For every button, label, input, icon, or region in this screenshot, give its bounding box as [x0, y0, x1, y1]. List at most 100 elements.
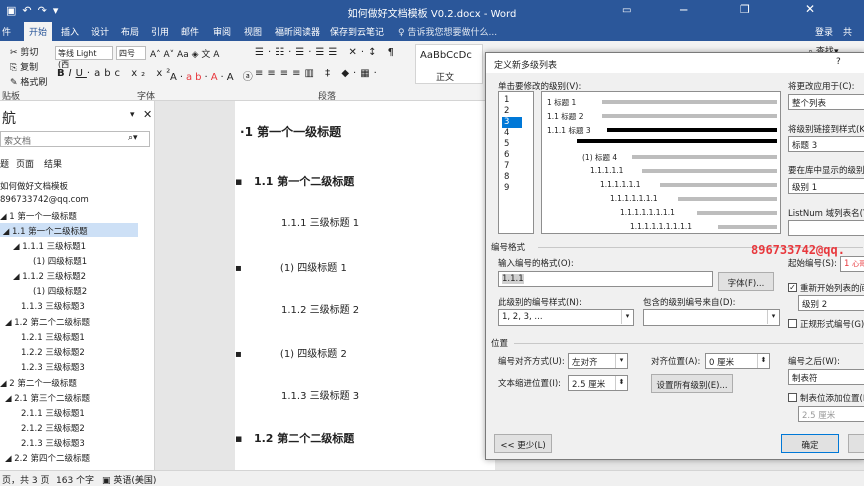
level-item[interactable]: 8 — [502, 172, 522, 183]
style-normal[interactable]: AaBbCcDc 正文 — [415, 44, 483, 84]
doc-heading-2[interactable]: ▪ 1.1 第一个二级标题 — [235, 173, 354, 189]
tab-home[interactable]: 开始 — [24, 22, 53, 41]
help-search[interactable]: ♀ 告诉我您想要做什么... — [398, 25, 497, 38]
font-color-buttons[interactable]: A·ab·A·A ⓐ — [170, 68, 256, 83]
tab-cloud-notes[interactable]: 保存到云笔记 — [330, 25, 384, 38]
doc-heading-3[interactable]: 1.1.2 三级标题 2 — [281, 301, 359, 316]
language-indicator[interactable]: ▣ 英语(美国) — [102, 473, 156, 486]
number-style-select[interactable]: 1, 2, 3, ... ▾ — [498, 309, 634, 326]
ribbon-display-icon[interactable]: ▭ — [622, 5, 631, 16]
tab-mailings[interactable]: 邮件 — [181, 25, 199, 38]
restart-checkbox[interactable]: ✓ — [788, 283, 797, 292]
page-count[interactable]: 页，共 3 页 — [2, 473, 49, 486]
include-level-select[interactable]: ▾ — [643, 309, 780, 326]
level-item[interactable]: 5 — [502, 139, 522, 150]
cut-button[interactable]: ✂ 剪切 — [10, 45, 38, 58]
level-item[interactable]: 9 — [502, 183, 522, 194]
font-name-select[interactable]: 等线 Light (西 — [55, 46, 113, 69]
number-format-input[interactable]: 1.1.1 — [498, 271, 713, 287]
font-format-buttons[interactable]: BIU·abc x₂ x² — [57, 68, 174, 79]
level-item[interactable]: 1 — [502, 95, 522, 106]
level-list[interactable]: 1 2 3 4 5 6 7 8 9 — [498, 91, 534, 234]
doc-heading-4[interactable]: ▪ (1) 四级标题 2 — [235, 345, 347, 360]
tab-layout[interactable]: 布局 — [121, 25, 139, 38]
nav-heading[interactable]: 896733742@qq.com — [0, 195, 89, 205]
indent-spinner[interactable]: 2.5 厘米 ⬍ — [568, 375, 628, 391]
minimize-button[interactable]: ─ — [680, 3, 687, 17]
align-buttons[interactable]: ≡≡≡≡▥ ‡ ◆·▦· — [255, 68, 381, 79]
nav-heading[interactable]: ◢ 1 第一个一级标题 — [0, 210, 77, 222]
tab-file[interactable]: 件 — [2, 25, 11, 38]
tab-review[interactable]: 审阅 — [213, 25, 231, 38]
nav-heading[interactable]: 1.2.3 三级标题3 — [21, 361, 85, 373]
nav-tab-headings[interactable]: 题 — [0, 157, 9, 170]
tab-references[interactable]: 引用 — [151, 25, 169, 38]
doc-heading-2[interactable]: ▪ 1.2 第二个二级标题 — [235, 430, 354, 446]
level-item-selected[interactable]: 3 — [502, 117, 522, 128]
nav-heading[interactable]: 2.1.2 三级标题2 — [21, 422, 85, 434]
nav-tab-results[interactable]: 结果 — [44, 157, 62, 170]
search-icon[interactable]: ⌕▾ — [128, 133, 138, 143]
legal-checkbox[interactable] — [788, 319, 797, 328]
nav-heading[interactable]: ◢ 2.1 第三个二级标题 — [5, 392, 90, 404]
level-item[interactable]: 4 — [502, 128, 522, 139]
set-all-levels-button[interactable]: 设置所有级别(E)... — [651, 374, 733, 393]
gallery-level-select[interactable]: 级别 1 — [788, 178, 864, 194]
doc-heading-4[interactable]: ▪ (1) 四级标题 1 — [235, 259, 347, 274]
nav-heading[interactable]: 2.1.1 三级标题1 — [21, 407, 85, 419]
word-count[interactable]: 163 个字 — [56, 473, 94, 486]
nav-heading[interactable]: ◢ 2 第二个一级标题 — [0, 377, 77, 389]
doc-heading-3[interactable]: 1.1.1 三级标题 1 — [281, 214, 359, 229]
level-item[interactable]: 6 — [502, 150, 522, 161]
spinner-icon[interactable]: ⬍ — [615, 376, 627, 390]
tab-stop-checkbox[interactable] — [788, 393, 797, 402]
nav-search-input[interactable]: 索文档 ⌕▾ — [0, 131, 150, 147]
less-button[interactable]: << 更少(L) — [494, 434, 552, 453]
share-button[interactable]: 共 — [843, 25, 852, 38]
nav-heading[interactable]: (1) 四级标题2 — [33, 285, 87, 297]
nav-heading[interactable]: ◢ 1.1.2 三级标题2 — [13, 270, 86, 282]
nav-heading[interactable]: ◢ 2.2 第四个二级标题 — [5, 452, 90, 464]
copy-button[interactable]: ⎘ 复制 — [10, 60, 38, 73]
nav-heading[interactable]: 如何做好文档模板 — [0, 180, 68, 192]
nav-tab-pages[interactable]: 页面 — [16, 157, 34, 170]
start-at-input[interactable]: 1 心哥 — [840, 256, 864, 272]
font-button[interactable]: 字体(F)... — [718, 272, 774, 291]
listnum-input[interactable] — [788, 220, 864, 236]
nav-heading[interactable]: 1.2.1 三级标题1 — [21, 331, 85, 343]
maximize-button[interactable]: ❐ — [740, 3, 750, 16]
nav-options-icon[interactable]: ▾ — [130, 110, 135, 120]
level-item[interactable]: 2 — [502, 106, 522, 117]
close-button[interactable]: ✕ — [805, 2, 815, 16]
nav-heading[interactable]: ◢ 1.1.1 三级标题1 — [13, 240, 86, 252]
nav-heading[interactable]: 2.1.3 三级标题3 — [21, 437, 85, 449]
follow-number-select[interactable]: 制表符 — [788, 369, 864, 385]
doc-heading-3[interactable]: 1.1.3 三级标题 3 — [281, 387, 359, 402]
tab-foxit[interactable]: 福昕阅读器 — [275, 25, 320, 38]
restart-select[interactable]: 级别 2 — [798, 295, 864, 311]
level-item[interactable]: 7 — [502, 161, 522, 172]
nav-heading[interactable]: ◢ 1.2 第二个二级标题 — [5, 316, 90, 328]
apply-to-select[interactable]: 整个列表 — [788, 94, 864, 110]
ok-button[interactable]: 确定 — [781, 434, 839, 453]
aligned-at-spinner[interactable]: 0 厘米 ⬍ — [705, 353, 770, 369]
tab-stop-spinner[interactable]: 2.5 厘米 — [798, 406, 864, 422]
link-style-select[interactable]: 标题 3 — [788, 136, 864, 152]
nav-heading-selected[interactable]: ◢ 1.1 第一个二级标题 — [0, 223, 138, 237]
nav-heading[interactable]: 1.1.3 三级标题3 — [21, 300, 85, 312]
cancel-button[interactable] — [848, 434, 864, 453]
doc-heading-1[interactable]: ·1 第一个一级标题 — [240, 123, 341, 140]
format-painter-button[interactable]: ✎ 格式刷 — [10, 75, 47, 88]
nav-heading[interactable]: (1) 四级标题1 — [33, 255, 87, 267]
list-buttons[interactable]: ☰·☷·☰·☰☰ ✕·↕ ¶ — [255, 47, 398, 58]
document-page[interactable]: ·1 第一个一级标题 ▪ 1.1 第一个二级标题 1.1.1 三级标题 1 ▪ … — [235, 101, 495, 470]
tab-view[interactable]: 视图 — [244, 25, 262, 38]
nav-close-icon[interactable]: ✕ — [143, 108, 152, 121]
grow-font-icon[interactable]: A˄ A˅ Aa ◈ 文 A — [150, 47, 219, 60]
alignment-select[interactable]: 左对齐 ▾ — [568, 353, 628, 369]
spinner-icon[interactable]: ⬍ — [757, 354, 769, 368]
tab-insert[interactable]: 插入 — [61, 25, 79, 38]
login-link[interactable]: 登录 — [815, 25, 833, 38]
help-icon[interactable]: ? — [836, 57, 841, 67]
font-size-select[interactable]: 四号 — [116, 46, 146, 60]
